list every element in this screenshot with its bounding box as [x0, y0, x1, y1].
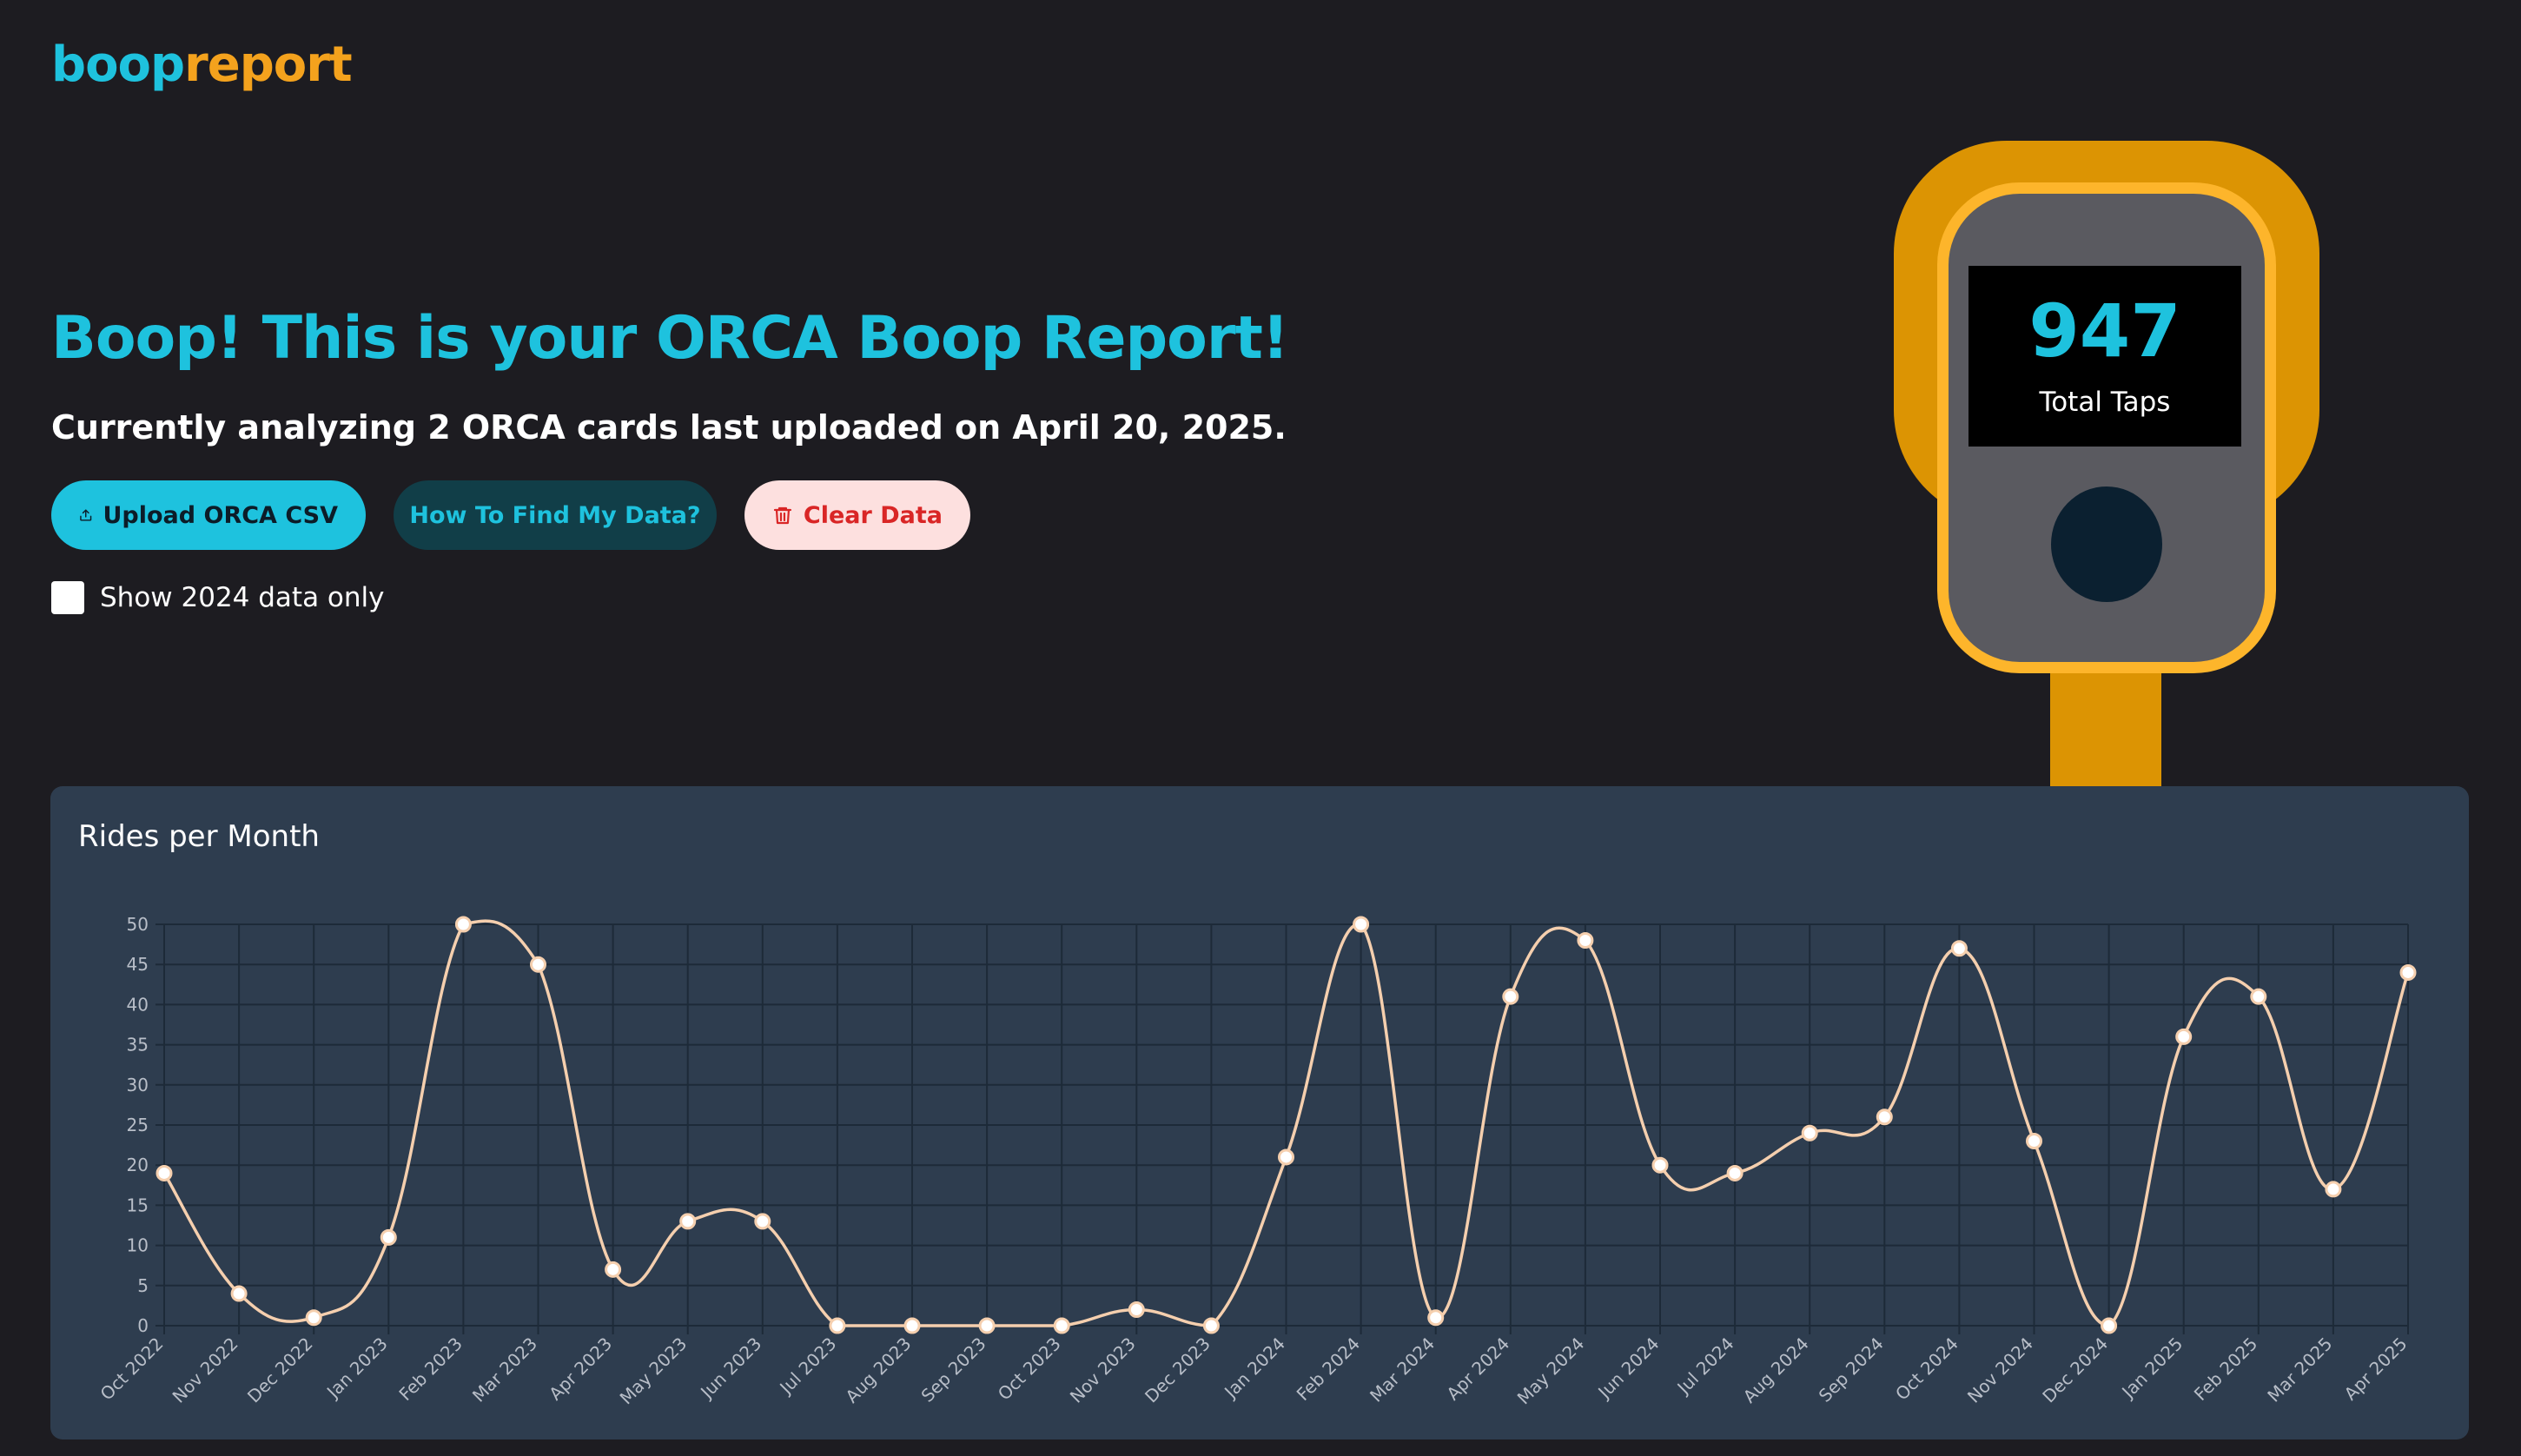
show-2024-label: Show 2024 data only	[100, 582, 385, 613]
data-point	[605, 1261, 622, 1278]
x-tick-label: Mar 2023	[468, 1334, 541, 1406]
reader-screen: 947 Total Taps	[1968, 266, 2241, 447]
y-tick-label: 5	[137, 1275, 149, 1296]
logo-part-report: report	[184, 36, 353, 93]
y-tick-label: 10	[127, 1235, 149, 1256]
data-point	[978, 1317, 996, 1334]
total-taps-count: 947	[2028, 288, 2181, 374]
x-tick-label: Jun 2023	[695, 1334, 765, 1404]
data-point	[1128, 1301, 1145, 1319]
x-tick-label: Mar 2024	[1366, 1334, 1439, 1406]
data-point	[1577, 931, 1594, 949]
data-point	[1876, 1109, 1893, 1126]
x-tick-label: Nov 2022	[169, 1334, 242, 1407]
data-point	[1353, 916, 1370, 933]
how-to-find-data-label: How To Find My Data?	[409, 501, 701, 529]
data-point	[454, 916, 472, 933]
x-tick-label: Feb 2025	[2190, 1334, 2261, 1405]
data-point	[1427, 1309, 1445, 1327]
action-buttons: Upload ORCA CSV How To Find My Data? Cle…	[51, 480, 970, 550]
data-point	[1202, 1317, 1220, 1334]
clear-data-label: Clear Data	[803, 501, 943, 529]
upload-icon	[80, 509, 92, 521]
y-tick-label: 30	[127, 1075, 149, 1095]
x-tick-label: Sep 2023	[917, 1334, 990, 1406]
data-point	[903, 1317, 921, 1334]
y-tick-label: 20	[127, 1155, 149, 1175]
x-tick-label: Apr 2024	[1442, 1334, 1513, 1405]
x-tick-label: Dec 2022	[243, 1334, 317, 1407]
data-point	[230, 1285, 248, 1302]
reader-pole	[2050, 660, 2161, 791]
data-point	[1726, 1164, 1744, 1181]
data-point	[1502, 988, 1519, 1005]
x-tick-label: Jan 2024	[1219, 1334, 1289, 1404]
page-title: Boop! This is your ORCA Boop Report!	[51, 304, 1289, 373]
data-point	[1801, 1124, 1818, 1142]
x-tick-label: Jan 2023	[321, 1334, 392, 1404]
data-point	[530, 956, 546, 973]
analysis-summary: Currently analyzing 2 ORCA cards last up…	[51, 408, 1287, 447]
data-point	[1950, 940, 1968, 957]
show-2024-checkbox[interactable]	[51, 581, 84, 614]
filter-2024-toggle: Show 2024 data only	[51, 581, 385, 614]
x-tick-label: Dec 2024	[2038, 1334, 2112, 1407]
x-tick-label: Apr 2023	[545, 1334, 616, 1405]
y-tick-label: 50	[127, 914, 149, 935]
x-tick-label: Jul 2023	[774, 1334, 840, 1400]
x-tick-label: Feb 2024	[1293, 1334, 1364, 1405]
x-tick-label: Aug 2023	[841, 1334, 915, 1407]
data-point	[305, 1309, 322, 1327]
x-tick-label: Oct 2022	[96, 1334, 168, 1405]
logo-part-boop: boop	[51, 36, 185, 93]
x-tick-label: May 2023	[616, 1334, 691, 1409]
rides-line-chart: 05101520253035404550Oct 2022 Nov 2022 Dec …	[96, 914, 2417, 1409]
reader-tap-target	[2051, 486, 2162, 602]
data-point	[679, 1213, 697, 1230]
x-tick-label: Apr 2025	[2340, 1334, 2412, 1405]
x-tick-label: Aug 2024	[1739, 1334, 1813, 1407]
data-point	[155, 1164, 173, 1181]
y-tick-label: 40	[127, 994, 149, 1015]
data-point	[2101, 1317, 2118, 1334]
y-tick-label: 35	[127, 1035, 149, 1056]
data-point	[754, 1213, 771, 1230]
x-tick-label: Mar 2025	[2263, 1334, 2336, 1406]
x-tick-label: May 2024	[1513, 1334, 1589, 1409]
y-tick-label: 0	[137, 1315, 149, 1336]
y-tick-label: 45	[127, 954, 149, 975]
x-tick-label: Nov 2023	[1066, 1334, 1140, 1407]
data-point	[1651, 1156, 1669, 1174]
how-to-find-data-button[interactable]: How To Find My Data?	[394, 480, 717, 550]
trash-icon	[773, 506, 792, 525]
x-tick-label: Oct 2023	[994, 1334, 1065, 1405]
rides-chart-panel: Rides per Month 0 5 10 15 20 25 30 35 40 45 50 Oct …	[50, 786, 2469, 1439]
x-tick-label: Jul 2024	[1672, 1334, 1738, 1400]
x-tick-label: Jun 2024	[1593, 1334, 1664, 1404]
data-point	[2399, 963, 2417, 981]
data-point	[2175, 1028, 2193, 1045]
y-tick-label: 15	[127, 1195, 149, 1215]
upload-csv-button[interactable]: Upload ORCA CSV	[51, 480, 366, 550]
x-tick-label: Feb 2023	[394, 1334, 466, 1405]
x-tick-label: Oct 2024	[1891, 1334, 1962, 1405]
y-tick-label: 25	[127, 1115, 149, 1135]
upload-csv-label: Upload ORCA CSV	[103, 501, 338, 529]
x-tick-label: Jan 2025	[2117, 1334, 2187, 1404]
data-point	[1053, 1317, 1070, 1334]
x-tick-label: Dec 2023	[1141, 1334, 1214, 1407]
data-point	[1278, 1148, 1294, 1166]
total-taps-label: Total Taps	[2039, 387, 2171, 418]
data-point	[2026, 1132, 2042, 1149]
data-point	[2250, 988, 2267, 1005]
data-point	[2325, 1181, 2342, 1198]
data-point	[380, 1228, 397, 1246]
data-point	[829, 1317, 846, 1334]
x-tick-label: Nov 2024	[1963, 1334, 2037, 1407]
clear-data-button[interactable]: Clear Data	[744, 480, 970, 550]
x-tick-label: Sep 2024	[1815, 1334, 1888, 1406]
app-logo[interactable]: boopreport	[51, 36, 353, 93]
